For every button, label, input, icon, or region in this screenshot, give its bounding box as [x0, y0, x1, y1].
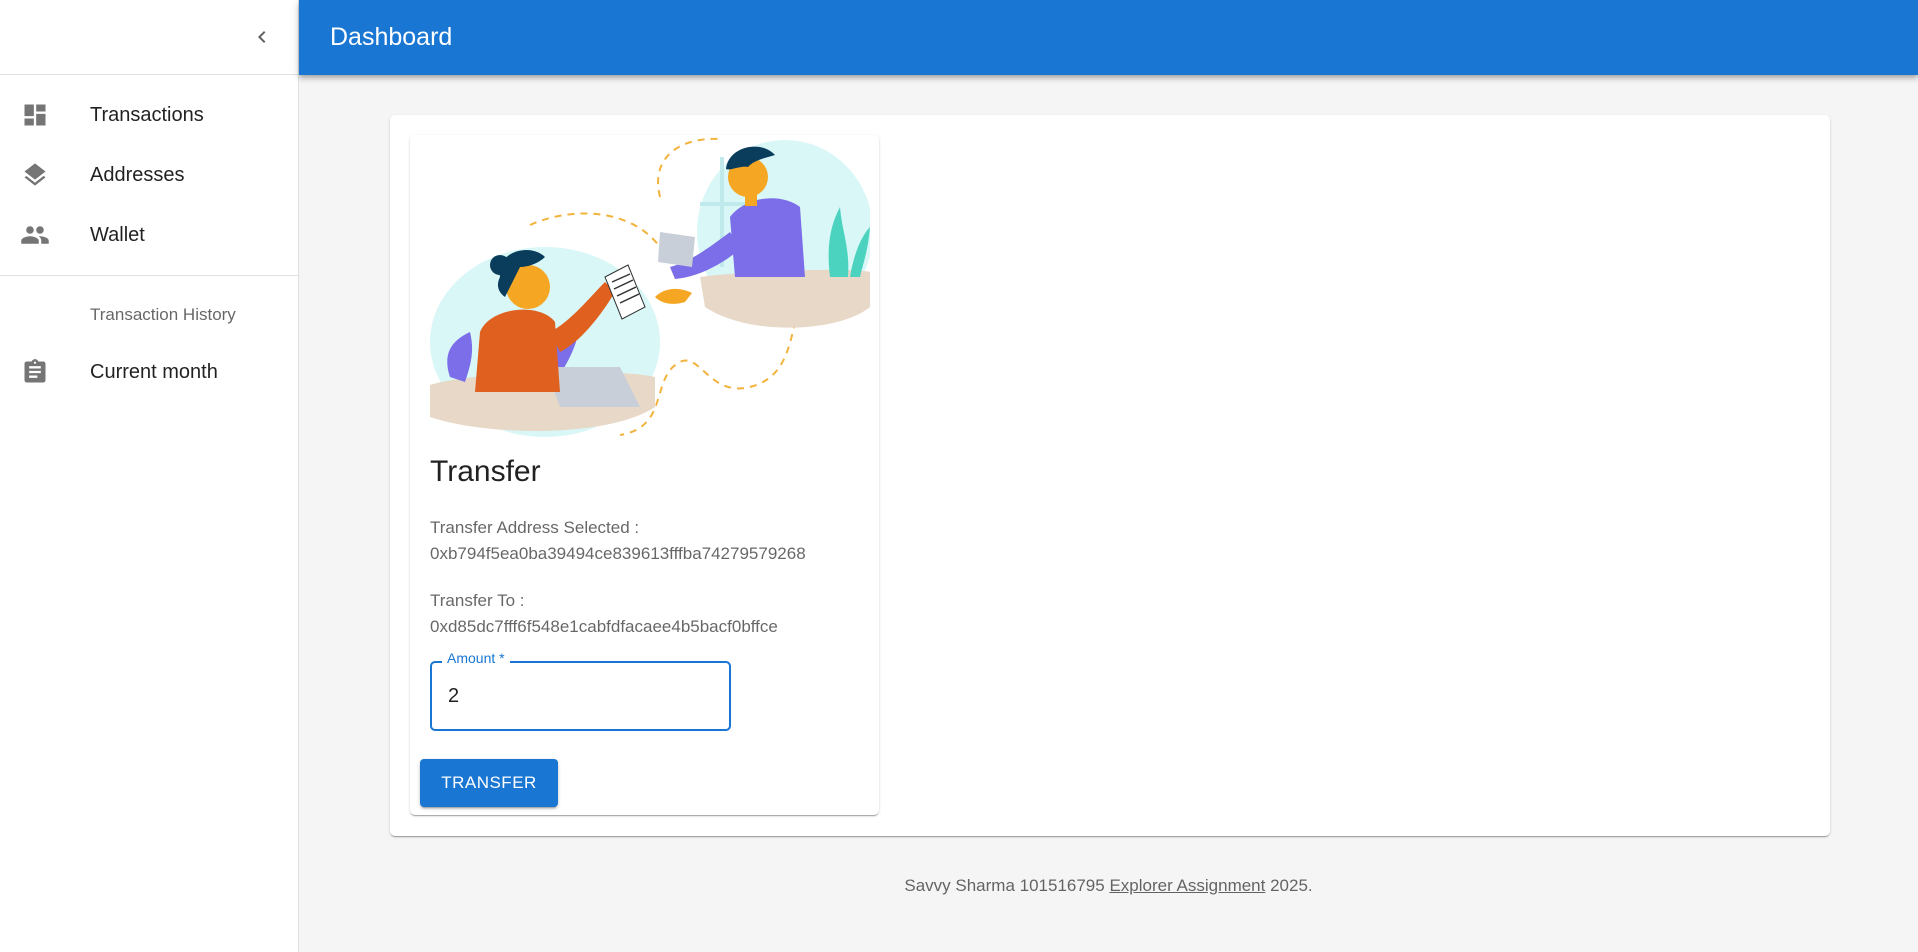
- main-content-paper: Transfer Transfer Address Selected : 0xb…: [390, 115, 1830, 836]
- footer-author-text: Savvy Sharma 101516795: [904, 876, 1105, 895]
- transfer-card: Transfer Transfer Address Selected : 0xb…: [410, 135, 879, 815]
- transfer-button[interactable]: TRANSFER: [420, 759, 558, 807]
- sidebar-item-current-month[interactable]: Current month: [0, 342, 298, 402]
- transfer-to-value: 0xd85dc7fff6f548e1cabfdfacaee4b5bacf0bff…: [430, 617, 778, 636]
- sidebar-item-addresses[interactable]: Addresses: [0, 145, 298, 205]
- assignment-icon: [20, 357, 50, 387]
- selected-address-label: Transfer Address Selected :: [430, 518, 640, 537]
- footer: Savvy Sharma 101516795 Explorer Assignme…: [299, 876, 1918, 896]
- transfer-to-label: Transfer To :: [430, 591, 525, 610]
- transfer-title: Transfer: [430, 455, 541, 488]
- primary-nav-list: Transactions Addresses Wallet: [0, 75, 298, 276]
- selected-address-block: Transfer Address Selected : 0xb794f5ea0b…: [430, 515, 806, 567]
- collapse-drawer-button[interactable]: [240, 15, 284, 59]
- transfer-illustration: [430, 137, 870, 437]
- sidebar-drawer: Transactions Addresses Wallet Transactio…: [0, 0, 299, 952]
- dashboard-icon: [20, 100, 50, 130]
- layers-icon: [20, 160, 50, 190]
- sidebar-item-label: Transactions: [90, 103, 204, 126]
- explorer-assignment-link[interactable]: Explorer Assignment: [1109, 876, 1265, 895]
- sidebar-item-label: Current month: [90, 360, 218, 383]
- sidebar-item-wallet[interactable]: Wallet: [0, 205, 298, 265]
- transaction-history-subheader: Transaction History: [90, 305, 236, 324]
- sidebar-item-label: Addresses: [90, 163, 185, 186]
- amount-field: Amount *: [430, 650, 731, 731]
- sidebar-item-label: Wallet: [90, 223, 145, 246]
- people-icon: [20, 220, 50, 250]
- amount-input[interactable]: [433, 664, 727, 728]
- selected-address-value: 0xb794f5ea0ba39494ce839613fffba742795792…: [430, 544, 806, 563]
- chevron-left-icon: [258, 31, 266, 43]
- page-title: Dashboard: [330, 23, 453, 51]
- sidebar-toolbar: [0, 0, 298, 75]
- transfer-to-block: Transfer To : 0xd85dc7fff6f548e1cabfdfac…: [430, 588, 778, 640]
- app-bar: Dashboard: [299, 0, 1918, 75]
- sidebar-item-transactions[interactable]: Transactions: [0, 85, 298, 145]
- footer-year-text: 2025.: [1270, 876, 1313, 895]
